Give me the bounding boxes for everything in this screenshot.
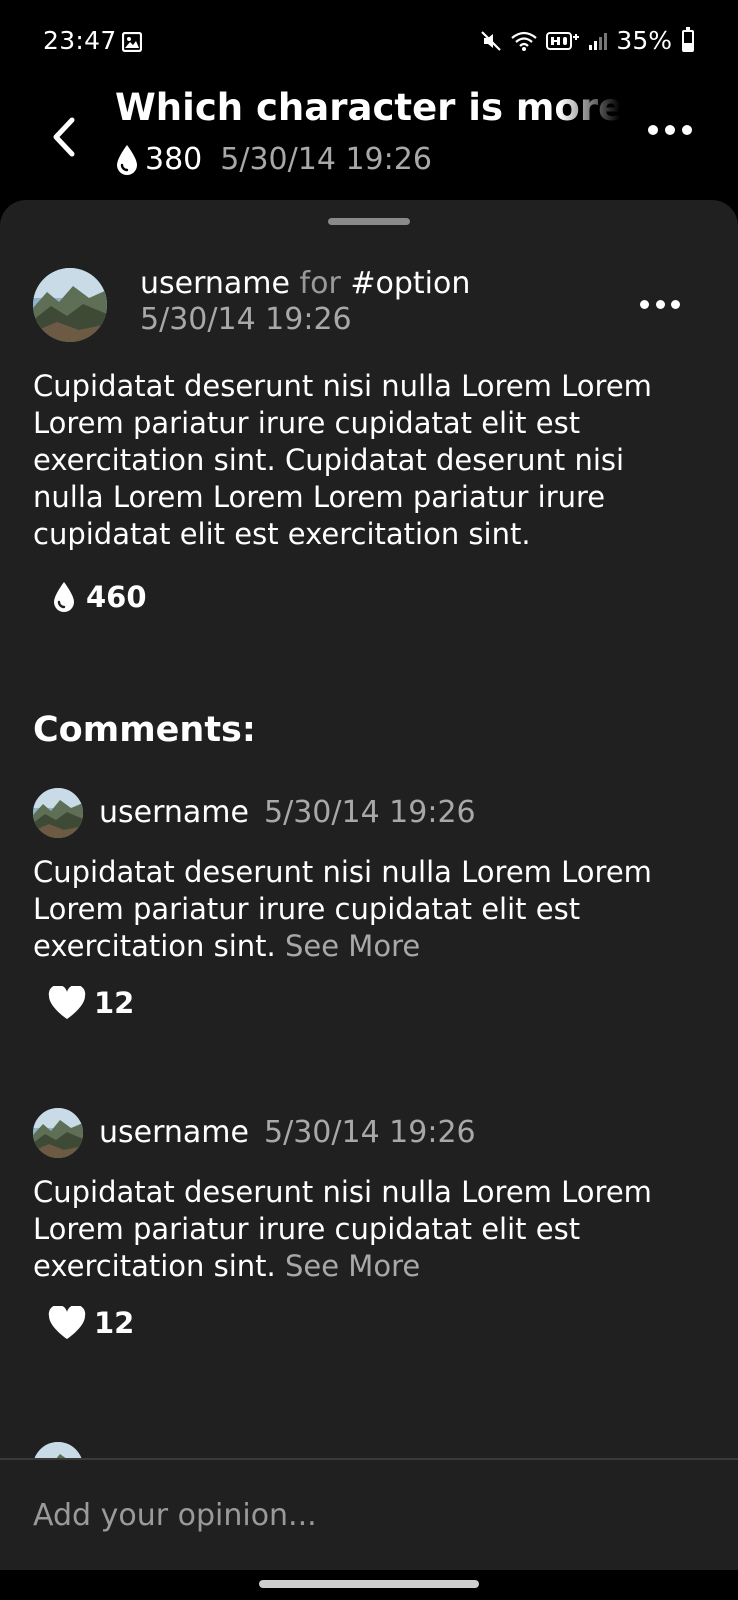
see-more-link[interactable]: See More xyxy=(285,929,420,963)
comment-item: username 5/30/14 19:26 Cupidatat deserun… xyxy=(0,1108,738,1408)
header-date: 5/30/14 19:26 xyxy=(220,142,432,177)
page-title: Which character is more like xyxy=(115,86,620,129)
opinion-input[interactable] xyxy=(0,1460,738,1570)
header-vote-count: 380 xyxy=(145,142,203,177)
wifi-icon xyxy=(511,31,538,51)
post-body: Cupidatat deserunt nisi nulla Lorem Lore… xyxy=(33,369,652,551)
more-dot xyxy=(655,299,665,309)
avatar[interactable] xyxy=(33,1108,83,1158)
more-dot xyxy=(665,125,675,135)
opinion-sheet: username for #option 5/30/14 19:26 Cupid… xyxy=(0,200,738,1458)
comment-body: Cupidatat deserunt nisi nulla Lorem Lore… xyxy=(33,854,693,965)
signal-icon xyxy=(589,32,608,50)
chevron-left-icon xyxy=(53,117,75,157)
status-time: 23:47 xyxy=(43,26,117,55)
more-horizontal-icon xyxy=(648,125,658,135)
mountain-avatar-image xyxy=(33,788,83,838)
like-count: 12 xyxy=(94,1306,135,1340)
hd-voice-icon xyxy=(546,31,580,50)
comment-item: username 5/30/14 19:26 Cupidatat deserun… xyxy=(0,788,738,1088)
battery-fill xyxy=(684,43,692,50)
comment-body: Cupidatat deserunt nisi nulla Lorem Lore… xyxy=(33,1174,693,1285)
more-options-button[interactable] xyxy=(648,118,692,142)
avatar[interactable] xyxy=(33,788,83,838)
post-more-button[interactable] xyxy=(640,294,680,314)
more-dot xyxy=(682,125,692,135)
header-meta: 380 5/30/14 19:26 xyxy=(115,142,432,177)
battery-percent: 35% xyxy=(616,26,672,55)
post-for-label: for xyxy=(299,266,341,301)
drop-icon xyxy=(54,582,74,612)
comment-date: 5/30/14 19:26 xyxy=(264,1115,476,1150)
post-username[interactable]: username xyxy=(140,266,290,301)
post-date: 5/30/14 19:26 xyxy=(140,302,352,337)
post-author: username for #option xyxy=(140,266,470,301)
post-vote-count: 460 xyxy=(86,580,147,614)
avatar[interactable] xyxy=(33,268,107,342)
mountain-avatar-image xyxy=(33,1442,83,1458)
status-icons: 35% xyxy=(480,26,694,55)
comments-heading: Comments: xyxy=(33,710,256,750)
system-nav-bar xyxy=(0,1570,738,1600)
mountain-avatar-image xyxy=(33,1108,83,1158)
more-dot xyxy=(671,299,680,309)
like-button[interactable]: 12 xyxy=(48,1306,134,1340)
post-vote-button[interactable]: 460 xyxy=(52,580,147,614)
mute-icon xyxy=(481,30,502,51)
drag-handle[interactable] xyxy=(328,218,410,225)
avatar[interactable] xyxy=(33,1442,83,1458)
comment-username[interactable]: username xyxy=(99,1115,249,1150)
status-bar: 23:47 35% xyxy=(0,0,738,82)
mountain-avatar-image xyxy=(33,268,107,342)
header: Which character is more like 380 5/30/14… xyxy=(0,82,738,200)
heart-icon xyxy=(48,986,86,1019)
like-count: 12 xyxy=(94,986,135,1020)
battery-icon xyxy=(682,26,694,52)
back-button[interactable] xyxy=(46,112,82,162)
see-more-link[interactable]: See More xyxy=(285,1249,420,1283)
drop-icon xyxy=(117,144,137,175)
home-gesture-bar[interactable] xyxy=(259,1580,479,1588)
comment-input-bar xyxy=(0,1458,738,1570)
comment-username[interactable]: username xyxy=(99,795,249,830)
heart-icon xyxy=(48,1306,86,1339)
post-option-tag[interactable]: #option xyxy=(350,266,470,301)
comment-date: 5/30/14 19:26 xyxy=(264,795,476,830)
gallery-notification-icon xyxy=(122,32,142,52)
like-button[interactable]: 12 xyxy=(48,986,134,1020)
more-horizontal-icon xyxy=(640,299,649,309)
